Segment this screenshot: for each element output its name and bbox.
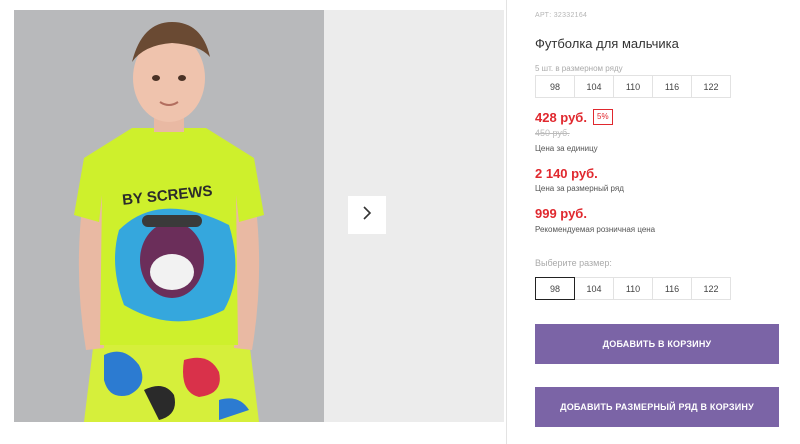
product-photo: BY SCREWS bbox=[14, 10, 324, 422]
gallery-next-button[interactable] bbox=[348, 196, 386, 234]
size-pack-item: 110 bbox=[613, 75, 653, 98]
size-pack-item: 104 bbox=[574, 75, 614, 98]
size-pack-item: 116 bbox=[652, 75, 692, 98]
product-gallery: BY SCREWS bbox=[14, 10, 504, 422]
add-size-row-to-cart-button[interactable]: Добавить размерный ряд в корзину bbox=[535, 387, 779, 427]
retail-price-caption: Рекомендуемая розничная цена bbox=[535, 225, 656, 234]
size-option-116[interactable]: 116 bbox=[652, 277, 692, 300]
size-option-104[interactable]: 104 bbox=[574, 277, 614, 300]
size-pack-list: 98 104 110 116 122 bbox=[535, 75, 731, 98]
retail-price: 999 руб. bbox=[535, 206, 587, 221]
size-row-price-caption: Цена за размерный ряд bbox=[535, 184, 624, 193]
discount-badge: 5% bbox=[593, 109, 613, 125]
size-selector: 98 104 110 116 122 bbox=[535, 277, 731, 300]
size-option-110[interactable]: 110 bbox=[613, 277, 653, 300]
article-number: АРТ: 32332164 bbox=[535, 12, 588, 19]
size-option-98[interactable]: 98 bbox=[535, 277, 575, 300]
size-pack-note: 5 шт. в размерном ряду bbox=[535, 64, 623, 73]
add-to-cart-button[interactable]: Добавить в корзину bbox=[535, 324, 779, 364]
column-divider bbox=[506, 0, 507, 444]
unit-price-caption: Цена за единицу bbox=[535, 144, 598, 153]
chevron-right-icon bbox=[361, 205, 373, 226]
size-pack-item: 122 bbox=[691, 75, 731, 98]
old-price: 450 руб. bbox=[535, 128, 570, 138]
product-title: Футболка для мальчика bbox=[535, 36, 679, 51]
choose-size-label: Выберите размер: bbox=[535, 258, 612, 268]
unit-price: 428 руб. bbox=[535, 110, 587, 125]
size-pack-item: 98 bbox=[535, 75, 575, 98]
size-option-122[interactable]: 122 bbox=[691, 277, 731, 300]
size-row-price: 2 140 руб. bbox=[535, 166, 598, 181]
